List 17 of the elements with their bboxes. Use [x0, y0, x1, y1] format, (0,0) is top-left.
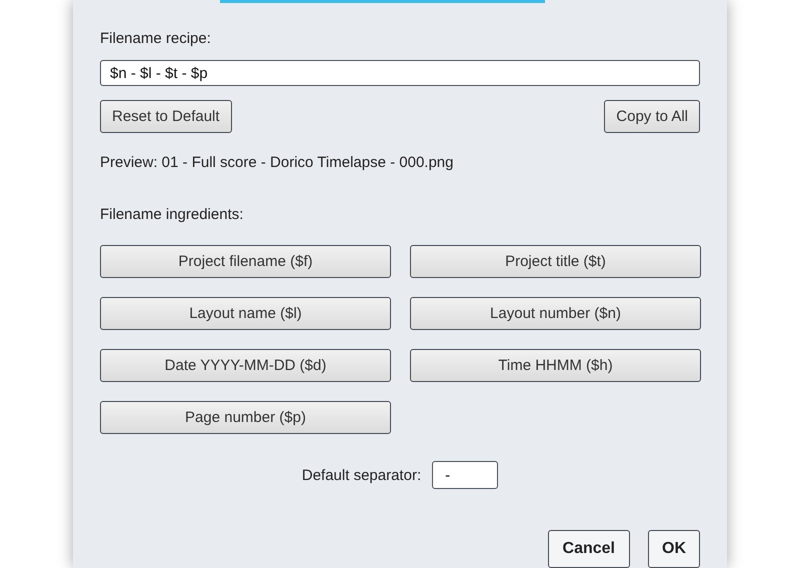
copy-button[interactable]: Copy to All — [604, 100, 700, 133]
ingredient-button[interactable]: Project filename ($f) — [100, 245, 391, 278]
ingredients-label: Filename ingredients: — [100, 205, 244, 225]
ingredient-button[interactable]: Page number ($p) — [100, 401, 391, 434]
ok-button[interactable]: OK — [648, 530, 700, 568]
ingredient-button[interactable]: Project title ($t) — [410, 245, 701, 278]
ingredient-button[interactable]: Date YYYY-MM-DD ($d) — [100, 349, 391, 382]
separator-label: Default separator: — [302, 466, 422, 484]
recipe-label: Filename recipe: — [100, 29, 212, 49]
ingredient-button[interactable]: Layout name ($l) — [100, 297, 391, 330]
ingredient-button[interactable]: Time HHMM ($h) — [410, 349, 701, 382]
reset-button[interactable]: Reset to Default — [100, 100, 232, 133]
ingredient-button[interactable]: Layout number ($n) — [410, 297, 701, 330]
separator-field[interactable]: - — [432, 461, 498, 489]
cancel-button[interactable]: Cancel — [548, 530, 630, 568]
recipe-field[interactable]: $n - $l - $t - $p — [100, 60, 700, 86]
preview-text: Preview: 01 - Full score - Dorico Timelapse - 000.png — [100, 153, 454, 173]
